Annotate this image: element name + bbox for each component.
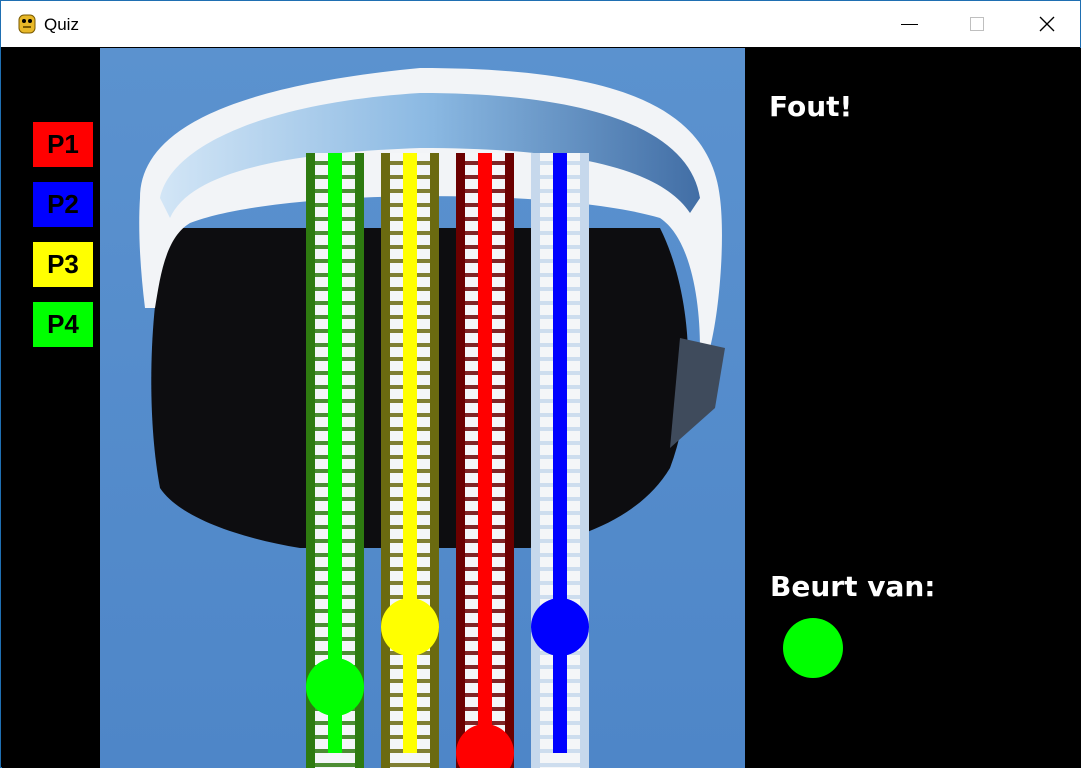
player-3-track [403, 153, 417, 753]
info-panel: Fout! Beurt van: [745, 48, 1081, 768]
player-1-badge: P1 [33, 122, 93, 167]
current-player-indicator [783, 618, 843, 678]
close-button[interactable] [1012, 1, 1081, 47]
player-3-label: P3 [47, 249, 79, 279]
tower-illustration [100, 48, 745, 768]
ladder-rail-left [456, 153, 465, 768]
ladder-rung [315, 763, 355, 767]
player-2-track [553, 153, 567, 753]
app-window: Quiz P1 P2 P3 P4 Fout! Beurt van: [0, 0, 1081, 768]
maximize-icon [970, 17, 984, 31]
player-3-pawn [381, 598, 439, 656]
ladder-rung [540, 763, 580, 767]
minimize-button[interactable] [874, 1, 944, 47]
window-title: Quiz [44, 15, 79, 34]
ladder-rail-right [580, 153, 589, 768]
player-2-badge: P2 [33, 182, 93, 227]
player-1-label: P1 [47, 129, 79, 159]
tower-board [100, 48, 745, 768]
player-legend: P1 P2 P3 P4 [2, 48, 100, 768]
ladder-rail-right [505, 153, 514, 768]
player-3-badge: P3 [33, 242, 93, 287]
player-4-badge: P4 [33, 302, 93, 347]
game-canvas: P1 P2 P3 P4 Fout! Beurt van: [2, 48, 1081, 768]
player-1-track [478, 153, 492, 753]
player-2-pawn [531, 598, 589, 656]
ladder-rail-left [531, 153, 540, 768]
answer-feedback: Fout! [769, 90, 853, 123]
maximize-button[interactable] [942, 1, 1012, 47]
player-4-label: P4 [47, 309, 79, 339]
close-icon [1039, 16, 1055, 32]
ladder-rail-right [430, 153, 439, 768]
ladder-rail-left [381, 153, 390, 768]
title-bar[interactable]: Quiz [1, 1, 1080, 47]
turn-label: Beurt van: [770, 570, 936, 603]
ladder-rung [390, 763, 430, 767]
python-snake-icon [18, 14, 36, 34]
player-4-pawn [306, 658, 364, 716]
minimize-icon [900, 23, 918, 25]
player-2-label: P2 [47, 189, 79, 219]
